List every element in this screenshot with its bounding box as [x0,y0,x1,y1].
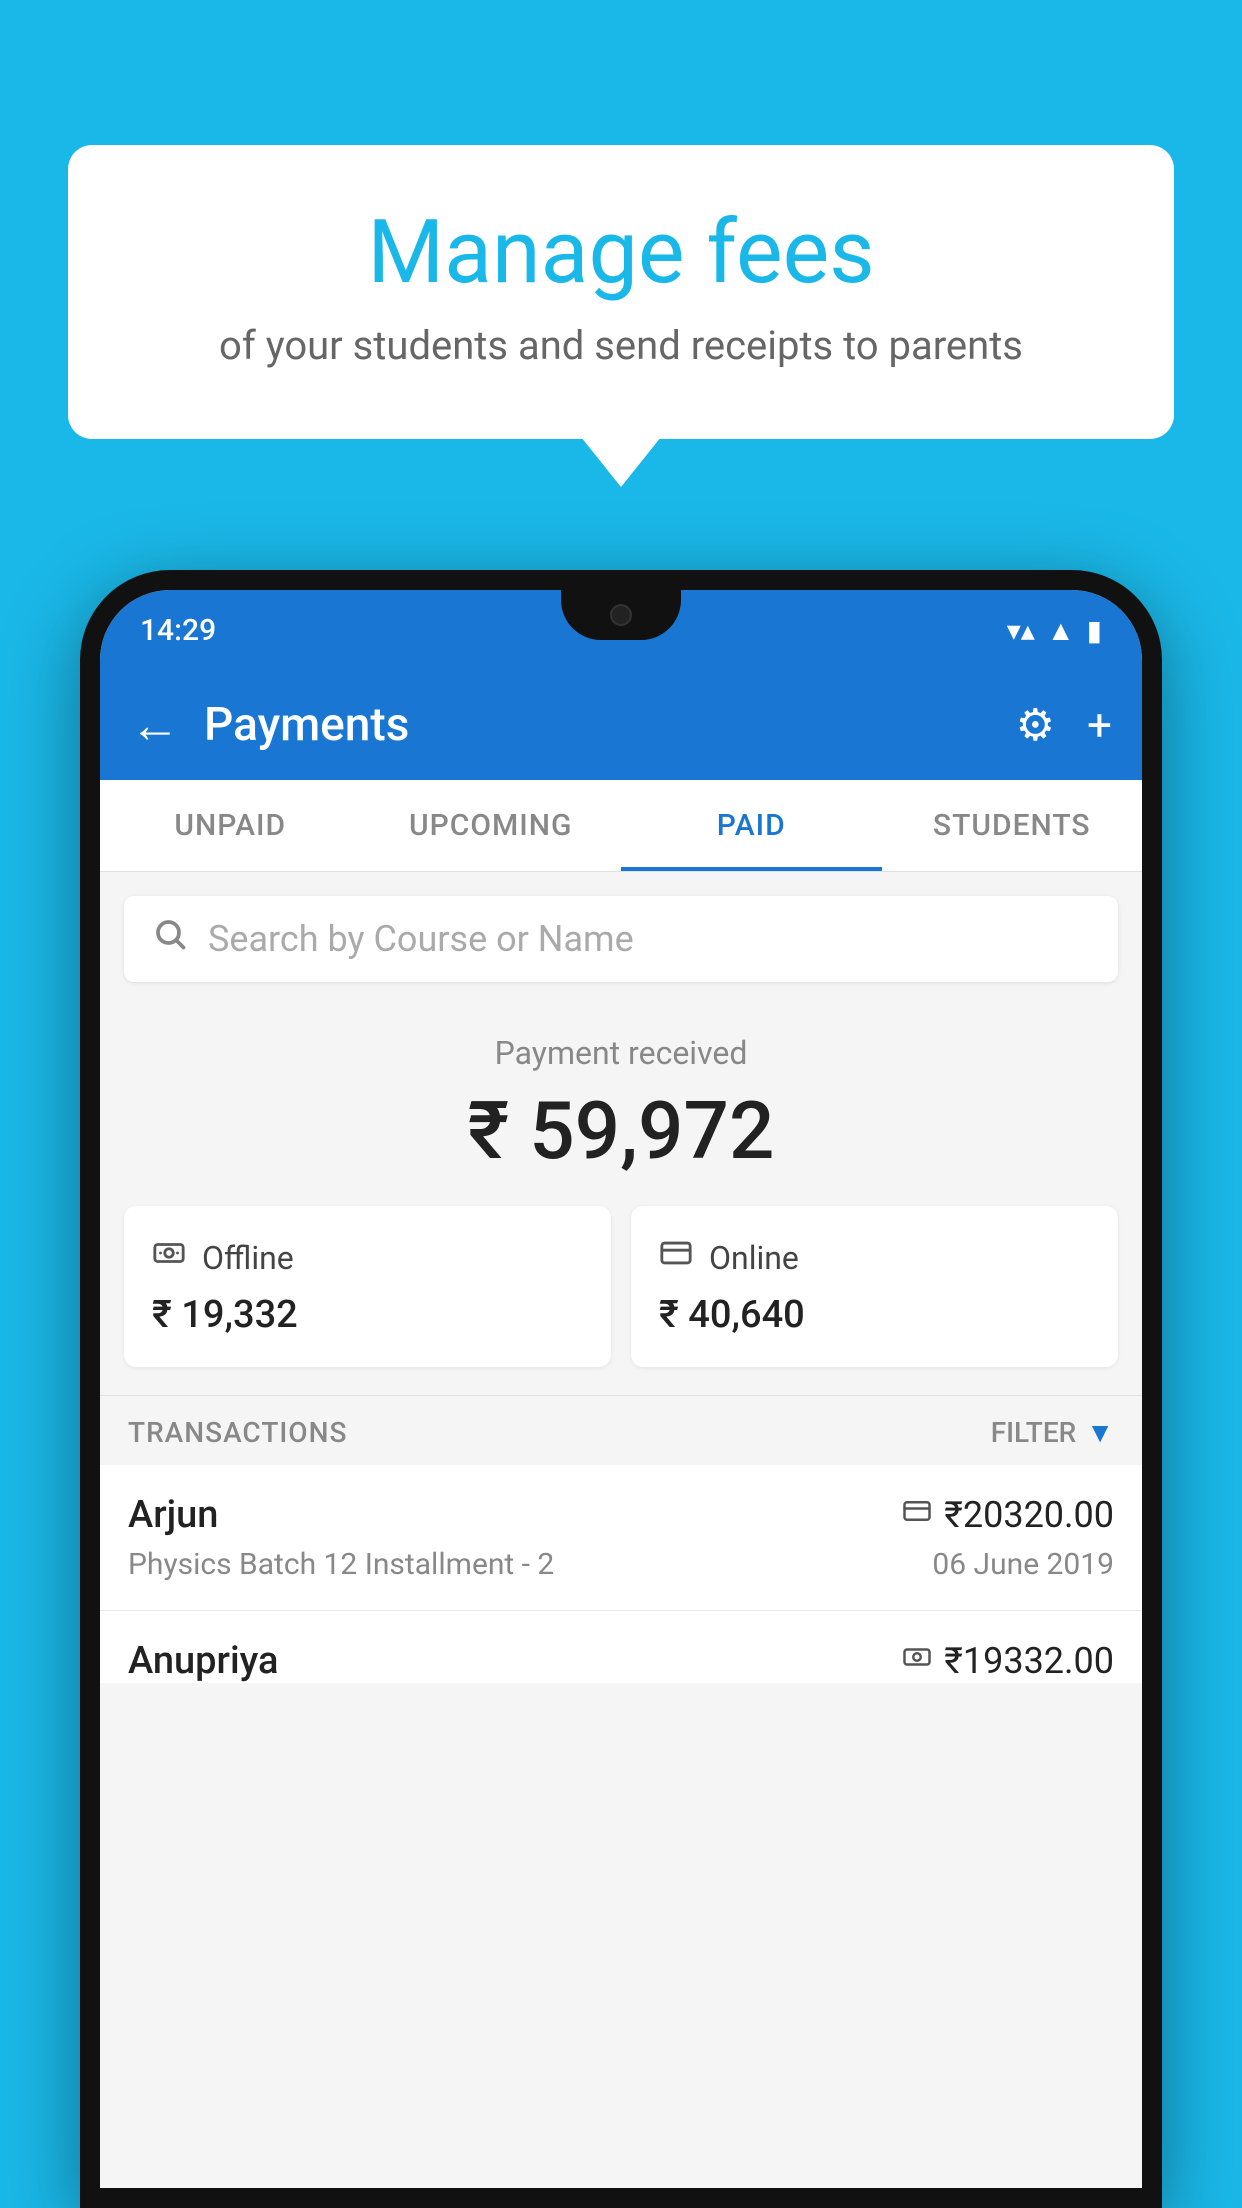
transaction-amount: ₹20320.00 [944,1494,1114,1536]
transaction-amount: ₹19332.00 [944,1640,1114,1682]
phone-frame: 14:29 ▾▴ ▲ ▮ ← Payments ⚙ + UNPAID UPCOM… [80,570,1162,2208]
signal-icon: ▲ [1047,614,1075,647]
settings-button[interactable]: ⚙ [1016,699,1055,751]
status-time: 14:29 [140,613,216,648]
app-bar-actions: ⚙ + [1016,699,1112,751]
transaction-row-bottom: Physics Batch 12 Installment - 2 06 June… [128,1547,1114,1582]
search-bar[interactable]: Search by Course or Name [124,896,1118,982]
battery-icon: ▮ [1087,614,1102,647]
payment-received-label: Payment received [100,1034,1142,1072]
payment-total-amount: ₹ 59,972 [100,1084,1142,1178]
transaction-row-top: Anupriya ₹19332.00 [128,1639,1114,1683]
tab-students[interactable]: STUDENTS [882,780,1143,871]
online-label: Online [709,1239,799,1277]
transaction-row-top: Arjun ₹20320.00 [128,1493,1114,1537]
payment-cards: Offline ₹ 19,332 Online ₹ 4 [100,1206,1142,1395]
filter-label: FILTER [991,1416,1077,1449]
bubble-subtitle: of your students and send receipts to pa… [138,322,1104,369]
transaction-name: Anupriya [128,1639,278,1683]
tabs-bar: UNPAID UPCOMING PAID STUDENTS [100,780,1142,872]
transaction-course: Physics Batch 12 Installment - 2 [128,1547,554,1582]
tab-upcoming[interactable]: UPCOMING [361,780,622,871]
transaction-amount-area: ₹19332.00 [902,1640,1114,1682]
phone-screen: 14:29 ▾▴ ▲ ▮ ← Payments ⚙ + UNPAID UPCOM… [100,590,1142,2188]
offline-card: Offline ₹ 19,332 [124,1206,611,1367]
online-amount: ₹ 40,640 [659,1293,1090,1337]
transaction-amount-area: ₹20320.00 [902,1494,1114,1536]
cash-icon [152,1236,186,1279]
search-placeholder: Search by Course or Name [208,918,634,960]
offline-amount: ₹ 19,332 [152,1293,583,1337]
back-button[interactable]: ← [130,696,180,755]
offline-card-header: Offline [152,1236,583,1279]
bubble-title: Manage fees [138,205,1104,302]
transaction-date: 06 June 2019 [932,1547,1114,1582]
filter-icon: ▼ [1086,1416,1114,1449]
payment-summary: Payment received ₹ 59,972 [100,998,1142,1206]
page-title: Payments [204,698,1016,752]
status-bar: 14:29 ▾▴ ▲ ▮ [100,590,1142,670]
search-icon [152,916,188,962]
transaction-item[interactable]: Anupriya ₹19332.00 [100,1611,1142,1683]
camera [610,604,632,626]
card-mode-icon [902,1496,932,1534]
status-icons: ▾▴ ▲ ▮ [1007,614,1102,647]
content-area: Search by Course or Name Payment receive… [100,872,1142,2188]
filter-button[interactable]: FILTER ▼ [991,1416,1114,1449]
cash-mode-icon [902,1642,932,1680]
transactions-header: TRANSACTIONS FILTER ▼ [100,1395,1142,1465]
tab-paid[interactable]: PAID [621,780,882,871]
online-card: Online ₹ 40,640 [631,1206,1118,1367]
transaction-name: Arjun [128,1493,218,1537]
phone-notch [561,590,681,640]
online-card-header: Online [659,1236,1090,1279]
tab-unpaid[interactable]: UNPAID [100,780,361,871]
speech-bubble: Manage fees of your students and send re… [68,145,1174,439]
offline-label: Offline [202,1239,294,1277]
wifi-icon: ▾▴ [1007,614,1035,647]
transactions-label: TRANSACTIONS [128,1416,347,1449]
transaction-item[interactable]: Arjun ₹20320.00 Physics Batch 12 Install… [100,1465,1142,1611]
app-bar: ← Payments ⚙ + [100,670,1142,780]
add-button[interactable]: + [1087,699,1112,751]
card-payment-icon [659,1236,693,1279]
